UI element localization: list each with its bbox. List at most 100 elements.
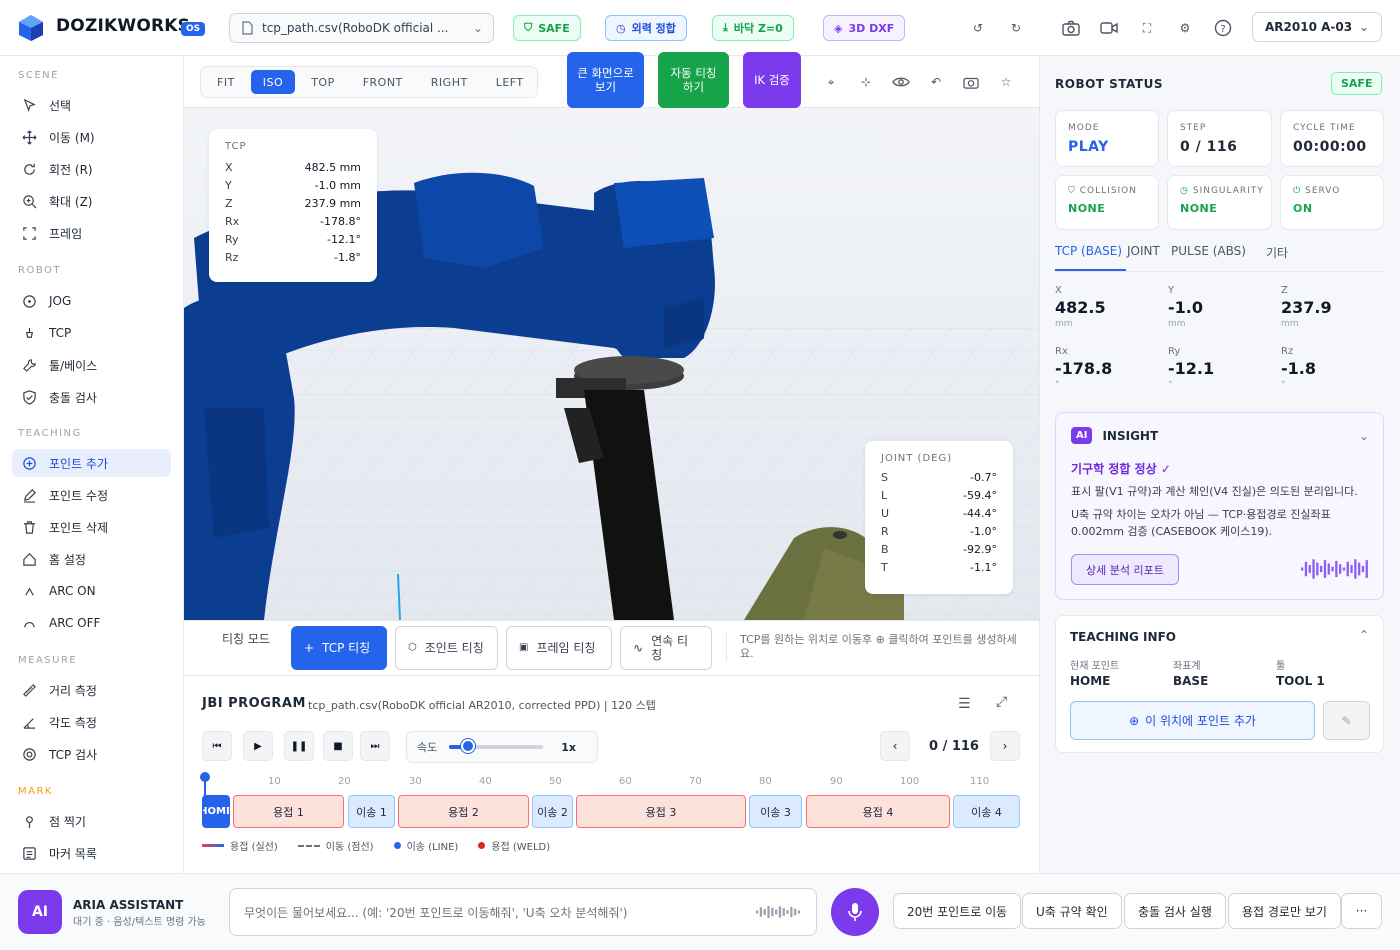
dxf-pill[interactable]: ◈ 3D DXF [823,15,906,41]
sidebar-item-mark-point[interactable]: 점 찍기 [12,807,171,835]
detail-report-button[interactable]: 상세 분석 리포트 [1071,554,1179,585]
quick-goto-20-button[interactable]: 20번 포인트로 이동 [893,893,1022,929]
quick-collision-button[interactable]: 충돌 검사 실행 [1124,893,1226,929]
tcp-teach-button[interactable]: + TCP 티칭 [291,626,387,670]
sidebar-item-arc-on[interactable]: ARC ON [12,577,171,605]
star-icon[interactable]: ☆ [996,72,1016,92]
floor-pill[interactable]: ⤓ 바닥 Z=0 [712,15,794,41]
play-button[interactable]: ▶ [243,731,273,761]
stop-button[interactable]: ■ [323,731,353,761]
tab-tcp-base[interactable]: TCP (BASE) [1055,244,1126,271]
frame-teach-button[interactable]: ▣ 프레임 티칭 [506,626,612,670]
sidebar-item-add-point[interactable]: 포인트 추가 [12,449,171,477]
tab-joint[interactable]: JOINT [1127,244,1160,271]
reset-icon[interactable]: ↶ [926,72,946,92]
help-icon[interactable]: ? [1211,16,1235,40]
tab-pulse[interactable]: PULSE (ABS) [1171,244,1266,271]
next-step-button[interactable]: › [990,731,1020,761]
sidebar-item-rotate[interactable]: 회전 (R) [12,155,171,183]
sidebar-item-frame[interactable]: 프레임 [12,219,171,247]
sidebar-item-collision[interactable]: 충돌 검사 [12,383,171,411]
timeline-tick: 50 [549,776,562,787]
timeline-segment-move[interactable]: 이송 1 [348,795,395,828]
sidebar-item-home[interactable]: 홈 설정 [12,545,171,573]
auto-teach-button[interactable]: 자동 티칭 하기 [658,52,729,108]
speed-label: 속도 [417,741,438,754]
speed-slider[interactable] [449,739,544,753]
camera-icon[interactable] [1059,16,1083,40]
view-left-button[interactable]: LEFT [484,70,536,94]
video-icon[interactable] [1097,16,1121,40]
view-fit-button[interactable]: FIT [205,70,247,94]
sidebar-item-label: 홈 설정 [49,552,86,567]
pause-button[interactable]: ❚❚ [284,731,314,761]
view-top-button[interactable]: TOP [299,70,347,94]
redo-icon[interactable]: ↻ [1004,16,1028,40]
timeline-segment-weld[interactable]: 용접 1 [233,795,344,828]
chevron-up-icon[interactable]: ⌃ [1359,628,1369,642]
sidebar-item-tcp[interactable]: TCP [12,319,171,347]
menu-icon[interactable]: ☰ [958,696,971,712]
readout-value: 237.9 mm [304,196,361,210]
add-point-here-button[interactable]: ⊕ 이 위치에 포인트 추가 [1070,701,1315,740]
fullscreen-icon[interactable]: ⛶ [1135,16,1159,40]
snapshot-icon[interactable] [961,72,981,92]
timeline-segment-weld[interactable]: 용접 2 [398,795,529,828]
sidebar-item-arc-off[interactable]: ARC OFF [12,609,171,637]
continuous-teach-button[interactable]: ∿ 연속 티칭 [620,626,712,670]
robot-select[interactable]: AR2010 A-03 ⌄ [1252,12,1382,42]
sidebar-item-edit-point[interactable]: 포인트 수정 [12,481,171,509]
jog-icon [23,294,36,308]
view-iso-button[interactable]: ISO [250,70,296,94]
crosshair-icon[interactable]: ⌖ [821,72,841,92]
sidebar-item-angle[interactable]: 각도 측정 [12,708,171,736]
tab-other[interactable]: 기타 [1266,244,1288,271]
safe-pill[interactable]: ⛉ SAFE [513,15,581,41]
more-button[interactable]: ··· [1341,893,1382,929]
prev-step-button[interactable]: ‹ [880,731,910,761]
timeline-segment-move[interactable]: 이송 2 [532,795,573,828]
ik-verify-label: IK 검증 [754,73,790,87]
expand-icon[interactable]: ⤢ [996,694,1007,710]
timeline-segment-weld[interactable]: 용접 4 [806,795,950,828]
ik-verify-button[interactable]: IK 검증 [743,52,801,108]
view-front-button[interactable]: FRONT [351,70,415,94]
sidebar-item-select[interactable]: 선택 [12,91,171,119]
ruler-icon [23,683,36,697]
first-step-button[interactable]: ⏮ [202,731,232,761]
assistant-input[interactable]: 무엇이든 물어보세요... (예: '20번 포인트로 이동해줘', 'U축 오… [229,888,817,936]
mic-button[interactable] [831,888,879,936]
sidebar-item-marker-list[interactable]: 마커 목록 [12,839,171,867]
sidebar-item-distance[interactable]: 거리 측정 [12,676,171,704]
sidebar-item-move[interactable]: 이동 (M) [12,123,171,151]
timeline-segment-move[interactable]: 이송 4 [953,795,1020,828]
3d-viewport[interactable]: TCP X 482.5 mm Y -1.0 mm Z 237.9 mm Rx -178.8° R… [184,108,1039,620]
fullscreen-view-button[interactable]: 큰 화면으로 보기 [567,52,644,108]
sidebar-item-jog[interactable]: JOG [12,287,171,315]
undo-icon[interactable]: ↺ [966,16,990,40]
coord-tabs: TCP (BASE) JOINT PULSE (ABS) 기타 [1055,244,1288,271]
file-select[interactable]: tcp_path.csv(RoboDK official ... ⌄ [229,13,494,43]
wave-bar [1323,560,1327,578]
wave-bar [786,910,789,914]
playhead-knob[interactable] [200,772,210,782]
joint-teach-button[interactable]: ⬡ 조인트 티칭 [395,626,498,670]
sidebar-item-tcp-check[interactable]: TCP 검사 [12,740,171,768]
sidebar-item-tool-base[interactable]: 툴/베이스 [12,351,171,379]
edit-point-button[interactable]: ✎ [1323,701,1370,740]
quick-weld-path-button[interactable]: 용접 경로만 보기 [1228,893,1341,929]
gear-icon[interactable]: ⚙ [1173,16,1197,40]
sidebar-item-zoom[interactable]: 확대 (Z) [12,187,171,215]
timeline-segment-move[interactable]: 이송 3 [749,795,802,828]
fk-pill[interactable]: ◷ 외력 정합 [605,15,687,41]
quick-u-axis-button[interactable]: U축 규약 확인 [1022,893,1122,929]
last-step-button[interactable]: ⏭ [360,731,390,761]
focus-icon[interactable]: ⊹ [856,72,876,92]
timeline-segment-home[interactable]: HOME [202,795,230,828]
timeline-segment-weld[interactable]: 용접 3 [576,795,746,828]
chevron-down-icon[interactable]: ⌄ [1359,429,1369,443]
view-right-button[interactable]: RIGHT [419,70,480,94]
sidebar-item-delete-point[interactable]: 포인트 삭제 [12,513,171,541]
speed-slider-thumb[interactable] [461,739,476,753]
eye-icon[interactable] [891,72,911,92]
